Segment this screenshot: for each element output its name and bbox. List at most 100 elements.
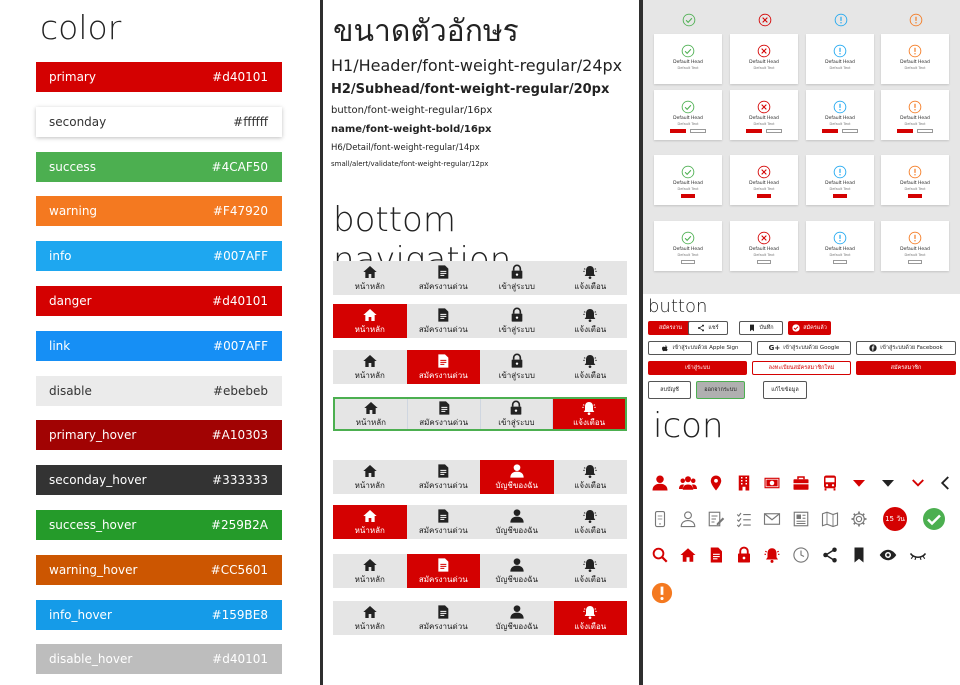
home-icon xyxy=(362,353,378,369)
nav-item-home[interactable]: หน้าหลัก xyxy=(335,399,407,429)
register-button[interactable]: สมัครสมาชิก xyxy=(856,361,956,375)
alert-confirm-button[interactable] xyxy=(746,129,762,133)
nav-item-apply[interactable]: สมัครงานด่วน xyxy=(406,399,480,429)
alert-head: Default Head xyxy=(749,181,779,186)
register-member-button[interactable]: ลงทะเบียนสมัครสมาชิกใหม่ xyxy=(752,361,851,375)
alert-card-success: Default Head Default Text xyxy=(654,221,722,271)
nav-item-notify[interactable]: แจ้งเตือน xyxy=(554,304,628,338)
color-swatch: danger #d40101 xyxy=(36,286,282,316)
alert-cancel-button[interactable] xyxy=(908,260,922,264)
alert-card-danger: Default Head Default Text xyxy=(730,90,798,140)
nav-item-home[interactable]: หน้าหลัก xyxy=(333,505,407,539)
nav-item-apply[interactable]: สมัครงานด่วน xyxy=(407,304,481,338)
alert-text: Default Text xyxy=(829,66,851,70)
nav-item-home[interactable]: หน้าหลัก xyxy=(333,350,407,384)
login-button-label: เข้าสู่ระบบ xyxy=(685,365,710,371)
nav-item-label: สมัครงานด่วน xyxy=(418,480,468,490)
user-icon xyxy=(509,508,525,524)
alert-cancel-button[interactable] xyxy=(690,129,706,133)
alert-confirm-button[interactable] xyxy=(822,129,838,133)
alert-text: Default Text xyxy=(904,122,926,126)
alert-confirm-button[interactable] xyxy=(757,194,771,198)
nav-item-label: บัญชีของฉัน xyxy=(495,480,538,490)
share-button[interactable]: แชร์ xyxy=(688,321,728,335)
nav-item-notify[interactable]: แจ้งเตือน xyxy=(554,554,628,588)
logout-button[interactable]: ออกจากระบบ xyxy=(696,381,745,399)
color-swatch: seconday #ffffff xyxy=(36,106,282,137)
alert-text: Default Text xyxy=(753,122,775,126)
facebook-signin-button[interactable]: เข้าสู่ระบบด้วย Facebook xyxy=(856,341,956,355)
home-icon xyxy=(362,508,378,524)
warning-status-icon xyxy=(908,230,922,245)
apple-signin-button[interactable]: เข้าสู่ระบบด้วย Apple Sign xyxy=(648,341,752,355)
alert-cancel-button[interactable] xyxy=(842,129,858,133)
nav-item-notify[interactable]: แจ้งเตือน xyxy=(553,601,627,635)
nav-item-login[interactable]: เข้าสู่ระบบ xyxy=(480,304,554,338)
document-icon xyxy=(435,353,451,369)
nav-item-home[interactable]: หน้าหลัก xyxy=(333,261,407,295)
bottom-navigation-bar: หน้าหลัก สมัครงานด่วน บัญชีของฉัน แจ้งเตือน xyxy=(333,554,627,588)
nav-item-notify[interactable]: แจ้งเตือน xyxy=(554,261,628,295)
login-button[interactable]: เข้าสู่ระบบ xyxy=(648,361,747,375)
nav-item-notify[interactable]: แจ้งเตือน xyxy=(552,399,625,429)
bell-icon xyxy=(582,508,598,524)
alert-cancel-button[interactable] xyxy=(833,260,847,264)
apply-button[interactable]: สมัครงาน xyxy=(648,321,693,335)
color-swatch-hex: #d40101 xyxy=(212,652,268,667)
nav-item-notify[interactable]: แจ้งเตือน xyxy=(554,505,628,539)
nav-item-apply[interactable]: สมัครงานด่วน xyxy=(407,261,481,295)
nav-item-apply[interactable]: สมัครงานด่วน xyxy=(407,505,481,539)
save-button[interactable]: บันทึก xyxy=(739,321,783,335)
color-panel: color primary #d40101 seconday #ffffff succe… xyxy=(0,0,320,685)
alert-cancel-button[interactable] xyxy=(917,129,933,133)
color-swatch: success_hover #259B2A xyxy=(36,510,282,540)
alert-confirm-button[interactable] xyxy=(908,194,922,198)
nav-item-label: เข้าสู่ระบบ xyxy=(498,417,535,427)
alert-confirm-button[interactable] xyxy=(897,129,913,133)
nav-item-apply[interactable]: สมัครงานด่วน xyxy=(406,350,480,384)
nav-item-home[interactable]: หน้าหลัก xyxy=(333,554,407,588)
document-icon xyxy=(435,604,451,620)
alert-confirm-button[interactable] xyxy=(670,129,686,133)
nav-item-account[interactable]: บัญชีของฉัน xyxy=(480,505,554,539)
alert-text: Default Text xyxy=(753,66,775,70)
color-swatch: seconday_hover #333333 xyxy=(36,465,282,496)
eye-closed-icon xyxy=(909,546,927,564)
document-icon xyxy=(435,508,451,524)
nav-item-home[interactable]: หน้าหลัก xyxy=(333,460,407,494)
edit-info-button[interactable]: แก้ไขข้อมูล xyxy=(763,381,807,399)
alert-icon xyxy=(651,582,673,604)
alert-cancel-button[interactable] xyxy=(681,260,695,264)
google-signin-button[interactable]: G+ เข้าสู่ระบบด้วย Google xyxy=(757,341,851,355)
nav-item-label: บัญชีของฉัน xyxy=(495,525,538,535)
alert-confirm-button[interactable] xyxy=(833,194,847,198)
nav-item-label: แจ้งเตือน xyxy=(574,621,607,631)
nav-item-account[interactable]: บัญชีของฉัน xyxy=(480,601,554,635)
nav-item-account[interactable]: บัญชีของฉัน xyxy=(480,554,554,588)
nav-item-apply[interactable]: สมัครงานด่วน xyxy=(407,460,481,494)
nav-item-login[interactable]: เข้าสู่ระบบ xyxy=(480,350,554,384)
document-icon xyxy=(435,557,451,573)
nav-item-notify[interactable]: แจ้งเตือน xyxy=(554,460,628,494)
alert-cancel-button[interactable] xyxy=(757,260,771,264)
nav-item-login[interactable]: เข้าสู่ระบบ xyxy=(480,261,554,295)
color-swatch-hex: #ebebeb xyxy=(212,383,268,398)
alert-cancel-button[interactable] xyxy=(766,129,782,133)
applied-button[interactable]: สมัครแล้ว xyxy=(788,321,831,335)
nav-item-label: สมัครงานด่วน xyxy=(419,417,469,427)
alert-card-info: Default Head Default Text xyxy=(806,221,874,271)
nav-item-login[interactable]: เข้าสู่ระบบ xyxy=(479,399,553,429)
nav-item-account[interactable]: บัญชีของฉัน xyxy=(480,460,554,494)
nav-item-label: เข้าสู่ระบบ xyxy=(498,370,535,380)
nav-item-home[interactable]: หน้าหลัก xyxy=(333,601,407,635)
delete-account-button[interactable]: ลบบัญชี xyxy=(648,381,691,399)
warning-status-icon xyxy=(908,99,922,114)
bottom-navigation-bar: หน้าหลัก สมัครงานด่วน บัญชีของฉัน แจ้งเตือน xyxy=(333,505,627,539)
nav-item-apply[interactable]: สมัครงานด่วน xyxy=(406,554,480,588)
share-button-label: แชร์ xyxy=(708,325,719,331)
nav-item-notify[interactable]: แจ้งเตือน xyxy=(554,350,628,384)
nav-item-apply[interactable]: สมัครงานด่วน xyxy=(407,601,481,635)
color-swatch-hex: #007AFF xyxy=(213,249,268,264)
alert-confirm-button[interactable] xyxy=(681,194,695,198)
nav-item-home[interactable]: หน้าหลัก xyxy=(333,304,407,338)
